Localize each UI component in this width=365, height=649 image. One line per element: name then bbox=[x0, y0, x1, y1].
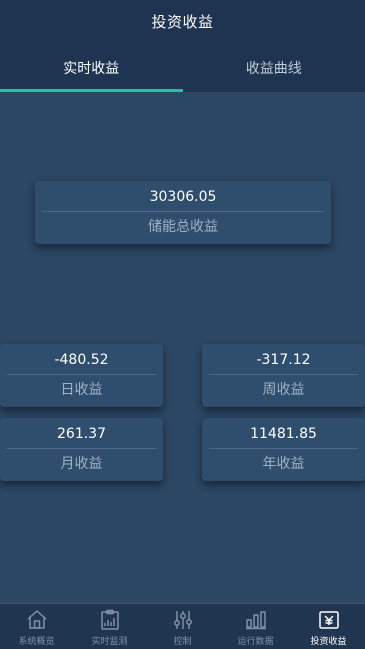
weekly-income-label: 周收益 bbox=[202, 375, 365, 405]
weekly-income-card: -317.12 周收益 bbox=[202, 344, 365, 407]
tab-label: 实时收益 bbox=[63, 58, 119, 78]
nav-system-overview[interactable]: 系统概览 bbox=[0, 604, 73, 649]
sliders-icon bbox=[171, 608, 195, 632]
tab-label: 收益曲线 bbox=[246, 58, 302, 78]
nav-operation-data[interactable]: 运行数据 bbox=[219, 604, 292, 649]
nav-label: 实时监测 bbox=[91, 634, 127, 647]
tab-realtime-income[interactable]: 实时收益 bbox=[0, 43, 183, 92]
bottom-nav: 系统概览 实时监测 控制 运行数据 投资收益 bbox=[0, 603, 365, 649]
yearly-income-card: 11481.85 年收益 bbox=[202, 418, 365, 481]
daily-income-card: -480.52 日收益 bbox=[0, 344, 163, 407]
total-income-card: 30306.05 储能总收益 bbox=[35, 181, 331, 244]
daily-income-value: -480.52 bbox=[0, 344, 163, 374]
bar-chart-icon bbox=[244, 608, 268, 632]
nav-label: 控制 bbox=[173, 634, 191, 647]
nav-label: 投资收益 bbox=[310, 634, 346, 647]
page-title: 投资收益 bbox=[151, 11, 213, 32]
total-income-value: 30306.05 bbox=[35, 181, 331, 211]
monthly-income-value: 261.37 bbox=[0, 418, 163, 448]
nav-control[interactable]: 控制 bbox=[146, 604, 219, 649]
home-icon bbox=[25, 608, 49, 632]
tab-bar: 实时收益 收益曲线 bbox=[0, 43, 365, 92]
nav-label: 运行数据 bbox=[237, 634, 273, 647]
nav-investment-income[interactable]: 投资收益 bbox=[292, 604, 365, 649]
yearly-income-value: 11481.85 bbox=[202, 418, 365, 448]
daily-income-label: 日收益 bbox=[0, 375, 163, 405]
total-income-label: 储能总收益 bbox=[35, 212, 331, 242]
nav-realtime-monitor[interactable]: 实时监测 bbox=[73, 604, 146, 649]
monthly-income-label: 月收益 bbox=[0, 449, 163, 479]
monitor-icon bbox=[98, 608, 122, 632]
nav-label: 系统概览 bbox=[18, 634, 54, 647]
yearly-income-label: 年收益 bbox=[202, 449, 365, 479]
monthly-income-card: 261.37 月收益 bbox=[0, 418, 163, 481]
weekly-income-value: -317.12 bbox=[202, 344, 365, 374]
app-header: 投资收益 bbox=[0, 0, 365, 43]
tab-income-curve[interactable]: 收益曲线 bbox=[183, 43, 365, 92]
yuan-icon bbox=[317, 608, 341, 632]
